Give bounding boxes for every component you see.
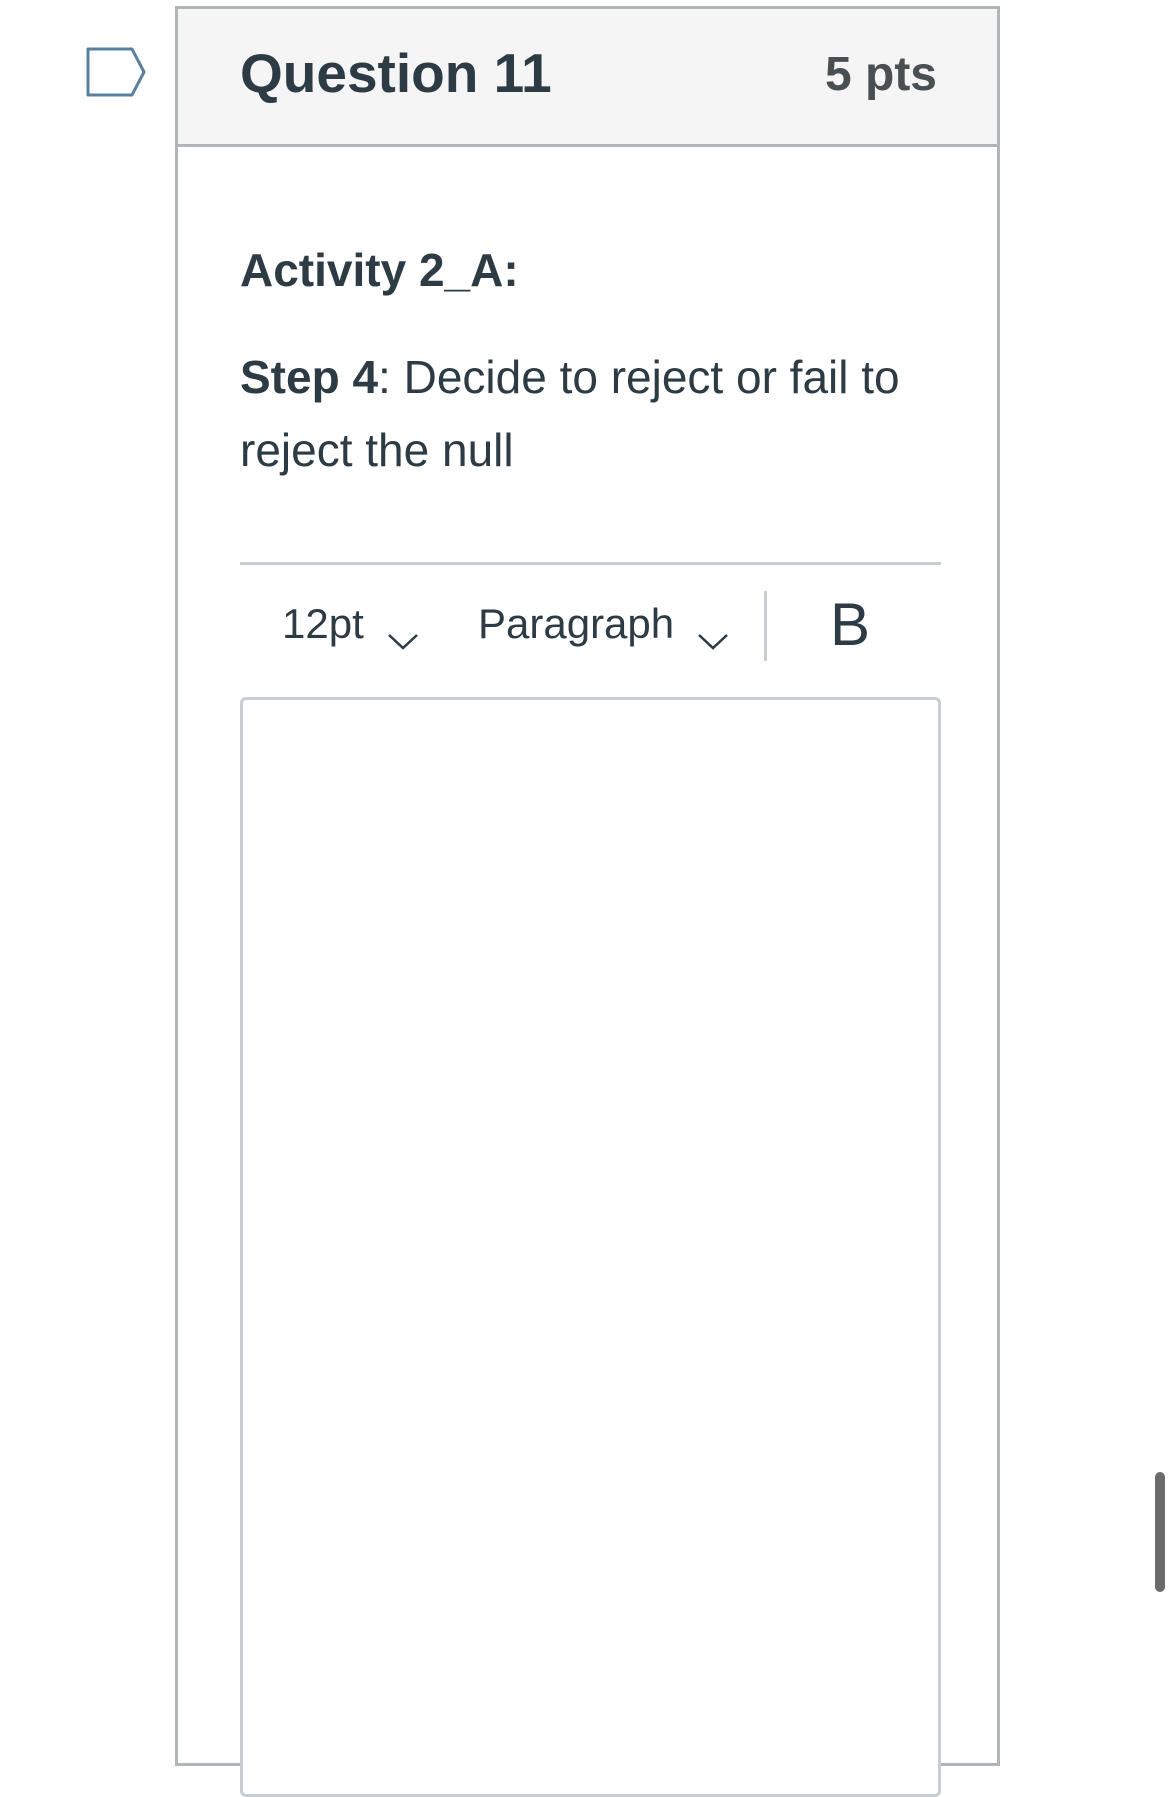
- chevron-down-icon: [696, 614, 730, 650]
- question-prompt: Step 4: Decide to reject or fail to reje…: [240, 341, 960, 487]
- bold-button[interactable]: B: [820, 587, 880, 663]
- font-size-value: 12pt: [282, 600, 364, 647]
- question-card: Question 11 5 pts Activity 2_A: Step 4: …: [175, 6, 1000, 1797]
- flag-question-icon[interactable]: [86, 47, 148, 97]
- editor-toolbar: 12pt Paragraph B: [240, 575, 941, 675]
- activity-title: Activity 2_A:: [240, 244, 519, 296]
- question-points: 5 pts: [824, 48, 937, 101]
- question-title: Question 11: [240, 42, 552, 104]
- toolbar-separator: [764, 591, 767, 661]
- block-format-dropdown[interactable]: Paragraph: [478, 589, 730, 659]
- step-label: Step 4: [240, 351, 379, 403]
- font-size-dropdown[interactable]: 12pt: [282, 589, 420, 659]
- editor-divider: [240, 562, 941, 565]
- block-format-value: Paragraph: [478, 600, 675, 647]
- chevron-down-icon: [386, 614, 420, 650]
- question-header: Question 11 5 pts: [178, 9, 997, 147]
- page-scrollbar[interactable]: [1155, 1472, 1165, 1592]
- answer-editor[interactable]: [240, 697, 941, 1797]
